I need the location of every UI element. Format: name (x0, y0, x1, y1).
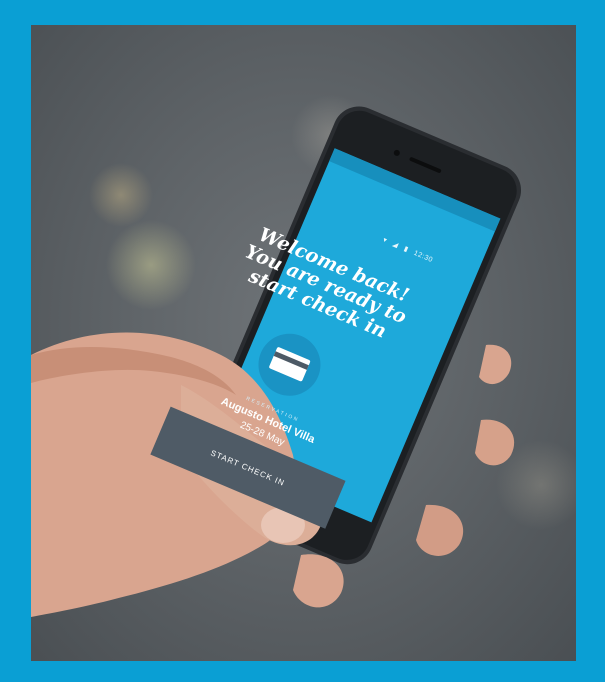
battery-icon: ▮ (402, 245, 410, 254)
finger-3 (416, 504, 464, 556)
finger-1 (479, 344, 512, 385)
photo: ▾ ◢ ▮ 12:30 Welcome back! You are ready … (31, 25, 576, 661)
signal-icon: ◢ (391, 240, 400, 250)
status-time: 12:30 (412, 249, 434, 265)
card-icon-circle (248, 324, 331, 406)
credit-card-icon (268, 346, 311, 382)
finger-4 (293, 554, 344, 608)
finger-2 (475, 419, 515, 466)
blue-frame: ▾ ◢ ▮ 12:30 Welcome back! You are ready … (0, 0, 605, 682)
welcome-heading: Welcome back! You are ready to start che… (226, 219, 426, 351)
wifi-icon: ▾ (381, 236, 389, 245)
